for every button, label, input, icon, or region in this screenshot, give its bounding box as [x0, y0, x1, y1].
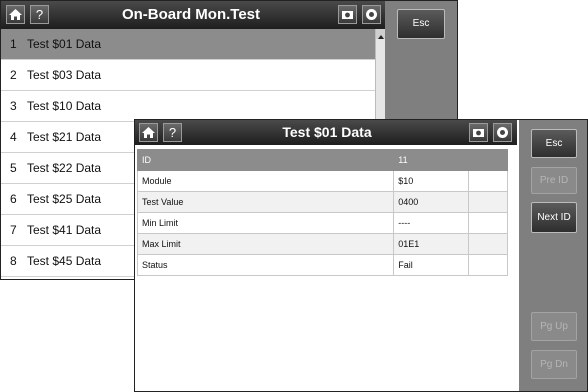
home-icon[interactable]: [139, 123, 158, 142]
table-cell-extra: [468, 170, 508, 192]
front-window-title: Test $01 Data: [282, 124, 372, 140]
prev-id-button[interactable]: Pre ID: [531, 167, 577, 194]
table-cell-name: Min Limit: [136, 212, 395, 234]
table-cell-name: Status: [136, 254, 395, 276]
table-cell-extra: [468, 233, 508, 255]
back-window-title: On-Board Mon.Test: [121, 6, 261, 23]
list-item-number: 3: [10, 99, 17, 113]
table-cell-value: 01E1: [393, 233, 470, 255]
table-cell-extra: [468, 149, 508, 171]
table-cell-value: 11: [393, 149, 470, 171]
table-cell-value: Fail: [393, 254, 470, 276]
table-cell-name: Test Value: [136, 191, 395, 213]
table-row[interactable]: Max Limit 01E1: [136, 233, 508, 255]
list-item-label: Test $25 Data: [27, 192, 102, 206]
help-icon[interactable]: ?: [163, 123, 182, 142]
table-row[interactable]: Module $10: [136, 170, 508, 192]
list-item[interactable]: 3 Test $10 Data: [1, 91, 375, 122]
list-item-label: Test $01 Data: [27, 37, 102, 51]
table-cell-extra: [468, 191, 508, 213]
next-id-button[interactable]: Next ID: [531, 202, 577, 233]
list-item-number: 2: [10, 68, 17, 82]
list-item-number: 5: [10, 161, 17, 175]
table-row[interactable]: Status Fail: [136, 254, 508, 276]
table-row[interactable]: ID 11: [136, 149, 508, 171]
list-item-label: Test $45 Data: [27, 254, 102, 268]
list-item-label: Test $10 Data: [27, 99, 102, 113]
table-cell-extra: [468, 254, 508, 276]
camera-icon[interactable]: [338, 5, 357, 24]
list-item-number: 4: [10, 130, 17, 144]
back-esc-button[interactable]: Esc: [397, 9, 445, 39]
camera-icon[interactable]: [469, 123, 488, 142]
list-item-number: 7: [10, 223, 17, 237]
table-cell-value: $10: [393, 170, 470, 192]
list-item[interactable]: 1 Test $01 Data: [1, 29, 375, 60]
table-cell-name: Max Limit: [136, 233, 395, 255]
list-item-number: 8: [10, 254, 17, 268]
table-cell-name: ID: [136, 149, 395, 171]
help-icon[interactable]: ?: [30, 5, 49, 24]
front-side-panel: Esc Pre ID Next ID Pg Up Pg Dn: [519, 120, 587, 391]
list-item[interactable]: 2 Test $03 Data: [1, 60, 375, 91]
list-item-number: 6: [10, 192, 17, 206]
list-item-number: 1: [10, 37, 17, 51]
list-item-label: Test $22 Data: [27, 161, 102, 175]
list-item-label: Test $41 Data: [27, 223, 102, 237]
list-item-label: Test $03 Data: [27, 68, 102, 82]
table-row[interactable]: Test Value 0400: [136, 191, 508, 213]
record-icon[interactable]: [493, 123, 512, 142]
esc-button[interactable]: Esc: [531, 129, 577, 158]
pg-up-button[interactable]: Pg Up: [531, 312, 577, 341]
record-icon[interactable]: [362, 5, 381, 24]
table-cell-name: Module: [136, 170, 395, 192]
table-cell-value: 0400: [393, 191, 470, 213]
table-row[interactable]: Min Limit ----: [136, 212, 508, 234]
table-cell-value: ----: [393, 212, 470, 234]
list-item-label: Test $21 Data: [27, 130, 102, 144]
front-titlebar: ? Test $01 Data: [135, 120, 517, 145]
test-data-table: ID 11 Module $10 Test Value 0400 Min Lim…: [136, 149, 508, 276]
table-cell-extra: [468, 212, 508, 234]
pg-dn-button[interactable]: Pg Dn: [531, 350, 577, 379]
home-icon[interactable]: [6, 5, 25, 24]
